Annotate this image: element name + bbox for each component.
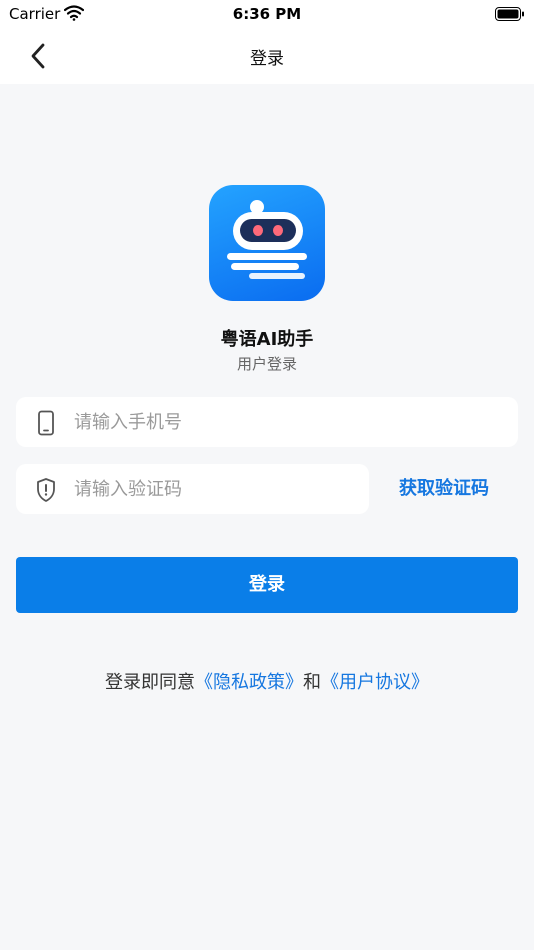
privacy-policy-link[interactable]: 《隐私政策》 [195, 672, 303, 693]
phone-icon [38, 410, 54, 436]
shield-icon [37, 478, 55, 502]
phone-input[interactable] [74, 397, 494, 447]
app-subtitle: 用户登录 [236, 355, 297, 373]
login-button[interactable]: 登录 [16, 557, 518, 613]
app-logo-icon [209, 185, 325, 301]
status-bar: Carrier 6:36 PM [0, 0, 534, 30]
battery-icon [495, 6, 525, 21]
user-agreement-link[interactable]: 《用户协议》 [321, 672, 429, 693]
code-input[interactable] [74, 464, 354, 514]
agreement-conjunction: 和 [303, 672, 321, 693]
status-time: 6:36 PM [232, 5, 302, 23]
get-code-button[interactable]: 获取验证码 [376, 464, 512, 514]
agreement-text: 登录即同意《隐私政策》和《用户协议》 [0, 668, 534, 694]
code-field[interactable] [16, 464, 369, 514]
page-title: 登录 [250, 49, 284, 69]
navigation-bar: 登录 [0, 30, 534, 84]
app-name: 粤语AI助手 [220, 329, 314, 350]
phone-field[interactable] [16, 397, 518, 447]
agreement-prefix: 登录即同意 [105, 672, 195, 693]
